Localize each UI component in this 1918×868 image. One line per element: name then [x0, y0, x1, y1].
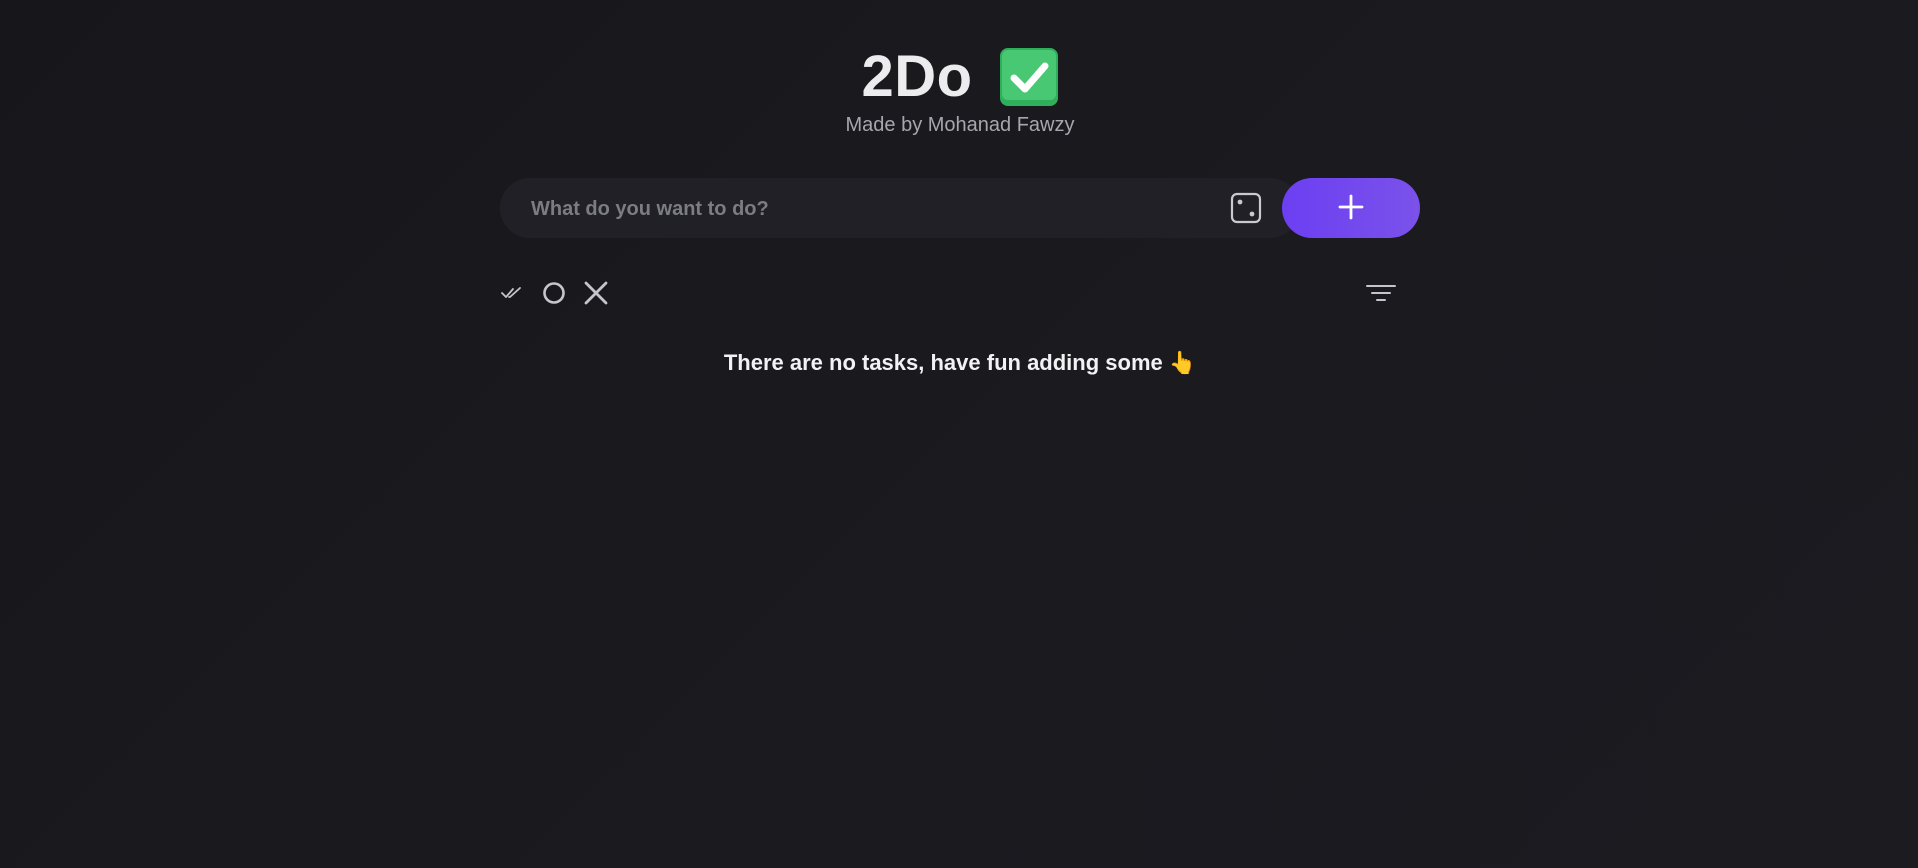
empty-state-text: There are no tasks, have fun adding some	[723, 350, 1163, 375]
double-check-icon[interactable]	[500, 276, 524, 310]
input-row	[500, 178, 1420, 240]
header: 2Do Made by Mohanad Fawzy	[500, 42, 1420, 137]
task-input[interactable]	[529, 178, 1213, 240]
plus-icon	[1338, 194, 1364, 223]
filter-icon[interactable]	[1366, 276, 1396, 310]
pointing-up-icon: 👆	[1168, 350, 1197, 375]
circle-icon[interactable]	[541, 276, 567, 310]
task-input-wrapper	[500, 178, 1300, 240]
subtitle: Made by Mohanad Fawzy	[845, 114, 1075, 136]
check-mark-button-icon	[999, 47, 1059, 107]
app-title: 2Do	[861, 44, 973, 109]
close-icon[interactable]	[583, 276, 609, 310]
title-row: 2Do	[500, 42, 1420, 112]
dice-icon[interactable]	[1230, 192, 1262, 224]
task-toolbar	[500, 276, 1420, 310]
add-task-button[interactable]	[1282, 178, 1420, 238]
empty-state-message: There are no tasks, have fun adding some…	[500, 350, 1420, 376]
